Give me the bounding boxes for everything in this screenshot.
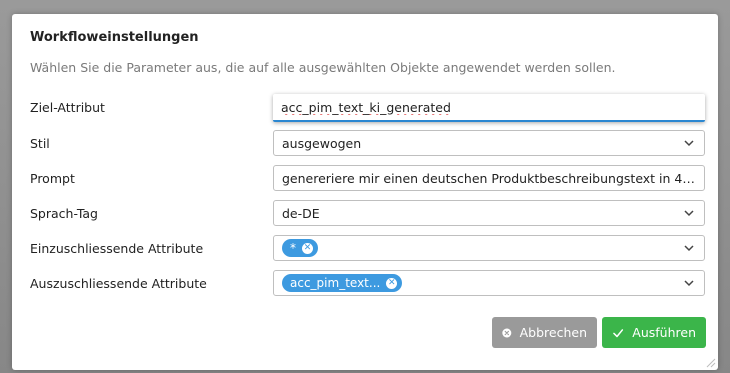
dialog-description: Wählen Sie die Parameter aus, die auf al… [30,60,616,75]
close-circle-icon [502,327,512,338]
cancel-button[interactable]: Abbrechen [492,317,597,348]
include-attributes-tags: * ✕ [282,239,682,257]
chevron-down-icon [684,280,694,287]
exclude-attributes-label: Auszuschliessende Attribute [30,276,207,291]
style-select[interactable]: ausgewogen [273,130,705,156]
prompt-label: Prompt [30,171,75,186]
include-attributes-label: Einzuschliessende Attribute [30,241,204,256]
include-attributes-multiselect[interactable]: * ✕ [273,235,705,261]
exclude-attributes-multiselect[interactable]: acc_pim_text... ✕ [273,270,705,296]
dialog-title: Workfloweinstellungen [30,30,199,45]
chevron-down-icon [684,210,694,217]
close-icon[interactable]: ✕ [386,277,398,289]
target-attribute-value: acc_pim_text_ki_generated [281,99,451,115]
tag-label: * [290,241,296,255]
include-attribute-tag: * ✕ [282,239,318,257]
run-button[interactable]: Ausführen [602,317,706,348]
target-attribute-label: Ziel-Attribut [30,100,105,115]
language-tag-label: Sprach-Tag [30,206,98,221]
language-tag-select[interactable]: de-DE [273,200,705,226]
language-tag-value: de-DE [282,205,320,221]
close-icon[interactable]: ✕ [302,242,313,254]
exclude-attributes-tags: acc_pim_text... ✕ [282,274,682,292]
resize-handle-icon[interactable] [704,356,716,368]
workflow-settings-dialog: Workfloweinstellungen Wählen Sie die Par… [12,14,718,370]
prompt-input[interactable]: genereriere mir einen deutschen Produktb… [273,165,705,191]
run-button-label: Ausführen [632,325,696,340]
target-attribute-input[interactable]: acc_pim_text_ki_generated [273,94,705,122]
check-icon [613,328,624,337]
cancel-button-label: Abbrechen [519,325,587,340]
style-label: Stil [30,136,50,151]
chevron-down-icon [684,245,694,252]
tag-label: acc_pim_text... [290,276,381,290]
exclude-attribute-tag: acc_pim_text... ✕ [282,274,403,292]
prompt-value: genereriere mir einen deutschen Produktb… [282,170,696,186]
chevron-down-icon [684,140,694,147]
style-value: ausgewogen [282,135,362,151]
